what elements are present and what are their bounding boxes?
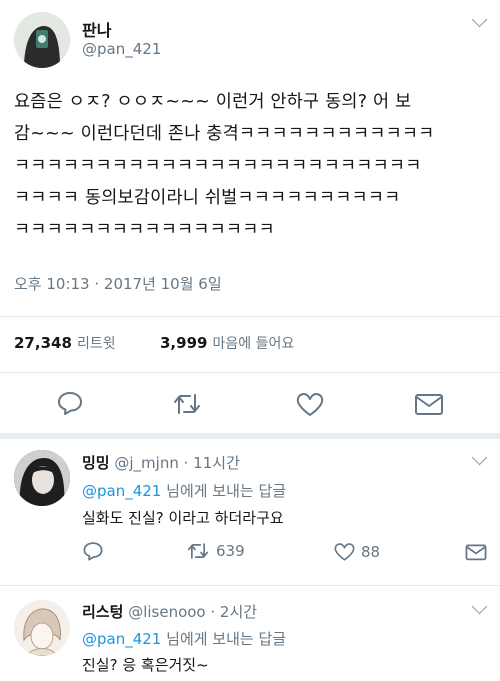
- reply-author-name[interactable]: 밍밍: [82, 454, 110, 472]
- speech-bubble-icon[interactable]: [56, 389, 84, 417]
- reply-avatar[interactable]: [14, 600, 70, 656]
- like-count: 3,999: [160, 334, 208, 352]
- author-avatar[interactable]: [14, 12, 70, 68]
- tweet-text-line: ㅋㅋㅋㅋ 동의보감이라니 쉬벌ㅋㅋㅋㅋㅋㅋㅋㅋㅋㅋ: [14, 188, 401, 208]
- tweet-text-line: ㅋㅋㅋㅋㅋㅋㅋㅋㅋㅋㅋㅋㅋㅋㅋㅋㅋㅋㅋㅋㅋㅋㅋㅋㅋ: [14, 156, 422, 176]
- reply-mention-link[interactable]: @pan_421: [82, 482, 161, 500]
- like-label: 마음에 들어요: [212, 336, 295, 352]
- reply-context-suffix: 님에게 보내는 답글: [166, 630, 287, 648]
- tweet-text-line: ㅋㅋㅋㅋㅋㅋㅋㅋㅋㅋㅋㅋㅋㅋㅋㅋ: [14, 220, 275, 240]
- reply-header: 밍밍 @j_mjnn · 11시간: [82, 452, 240, 473]
- divider: [0, 585, 500, 586]
- reply-retweet-button[interactable]: 639: [186, 541, 245, 561]
- reply-like-button[interactable]: 88: [333, 541, 380, 562]
- heart-icon: [333, 541, 356, 562]
- author-name[interactable]: 판나: [82, 17, 111, 41]
- reply-time[interactable]: · 11시간: [184, 454, 240, 472]
- tweet-body: 요즘은 ㅇㅈ? ㅇㅇㅈ~~~ 이런거 안하구 동의? 어 보 감~~~ 이런다던…: [14, 86, 494, 246]
- chevron-down-icon[interactable]: [471, 598, 488, 615]
- reply-like-count: 88: [361, 542, 381, 561]
- reply-context: @pan_421 님에게 보내는 답글: [82, 480, 286, 501]
- envelope-icon[interactable]: [465, 543, 487, 561]
- reply-text: 진실? 응 혹은거짓~: [82, 656, 209, 674]
- speech-bubble-icon[interactable]: [82, 540, 104, 562]
- reply-mention-link[interactable]: @pan_421: [82, 630, 161, 648]
- divider: [0, 316, 500, 317]
- chevron-down-icon[interactable]: [471, 449, 488, 466]
- reply-author-handle[interactable]: @j_mjnn: [114, 454, 178, 472]
- tweet-text-line: 감~~~ 이런다던데 존나 충격ㅋㅋㅋㅋㅋㅋㅋㅋㅋㅋㅋㅋ: [14, 124, 435, 144]
- retweet-stats[interactable]: 27,348 리트윗: [14, 333, 116, 353]
- reply-header: 리스텅 @lisenooo · 2시간: [82, 601, 257, 622]
- chevron-down-icon[interactable]: [471, 11, 488, 28]
- envelope-icon[interactable]: [414, 392, 444, 416]
- reply-author-handle[interactable]: @lisenooo: [128, 603, 205, 621]
- reply-author-name[interactable]: 리스텅: [82, 603, 123, 621]
- section-separator: [0, 433, 500, 439]
- reply-context: @pan_421 님에게 보내는 답글: [82, 628, 286, 649]
- tweet-timestamp[interactable]: 오후 10:13 · 2017년 10월 6일: [14, 273, 222, 294]
- tweet-text-line: 요즘은 ㅇㅈ? ㅇㅇㅈ~~~ 이런거 안하구 동의? 어 보: [14, 92, 412, 112]
- heart-icon[interactable]: [295, 390, 325, 418]
- reply-retweet-count: 639: [216, 542, 245, 560]
- divider: [0, 372, 500, 373]
- reply-avatar[interactable]: [14, 450, 70, 506]
- retweet-label: 리트윗: [76, 336, 116, 352]
- reply-time[interactable]: · 2시간: [210, 603, 257, 621]
- reply-context-suffix: 님에게 보내는 답글: [166, 482, 287, 500]
- retweet-arrows-icon[interactable]: [172, 391, 202, 417]
- author-handle[interactable]: @pan_421: [82, 40, 161, 58]
- like-stats[interactable]: 3,999 마음에 들어요: [160, 333, 294, 353]
- reply-text: 실화도 진실? 이라고 하더라구요: [82, 509, 284, 527]
- retweet-arrows-icon: [186, 541, 210, 561]
- retweet-count: 27,348: [14, 334, 72, 352]
